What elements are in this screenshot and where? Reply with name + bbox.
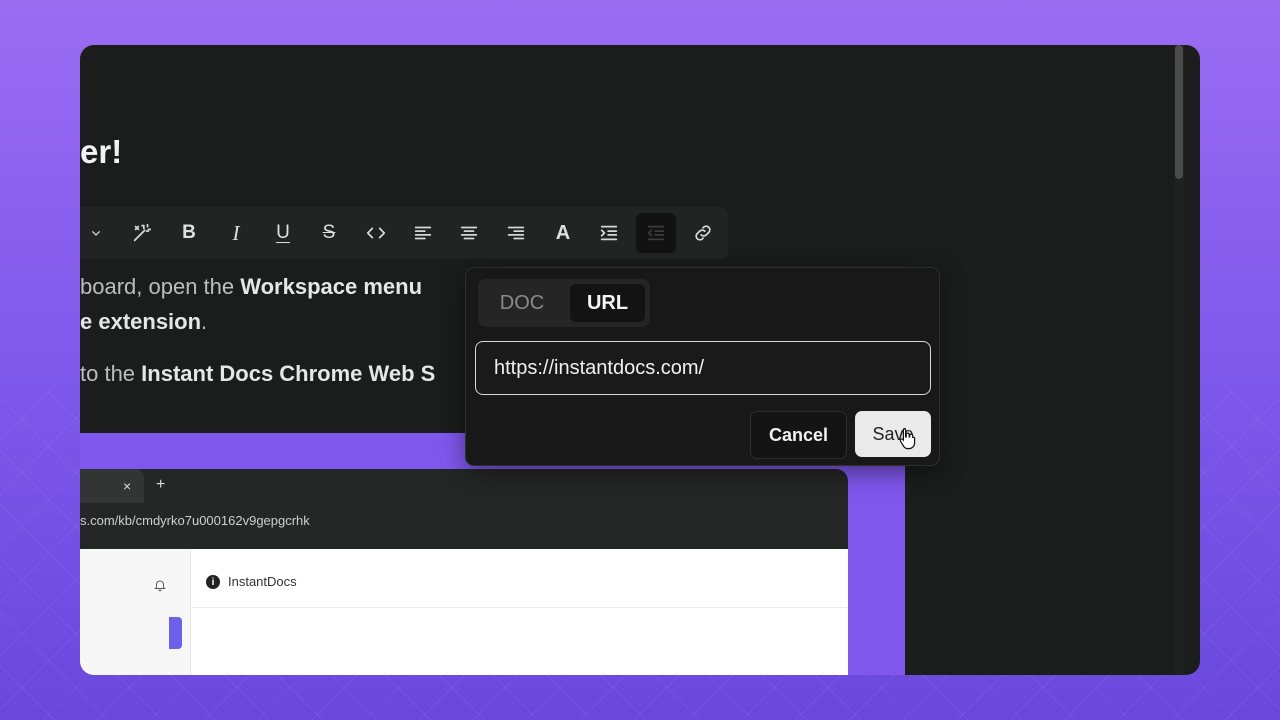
- paragraph-1-bold-2: e extension: [80, 309, 202, 334]
- sidebar-active-indicator: [169, 617, 182, 649]
- code-icon[interactable]: [356, 213, 396, 253]
- formatting-toolbar: B I U S A: [80, 207, 728, 259]
- tab-doc[interactable]: DOC: [483, 284, 561, 322]
- browser-tab: ×: [80, 469, 144, 503]
- paragraph-1-line-2: e extension.: [80, 309, 207, 335]
- embedded-browser-screenshot: × + s.com/kb/cmdyrko7u000162v9gepgcrhk i…: [80, 469, 848, 675]
- italic-icon[interactable]: I: [216, 213, 256, 253]
- close-icon: ×: [123, 478, 132, 494]
- pointer-cursor-icon: [898, 426, 918, 450]
- link-type-toggle: DOC URL: [478, 279, 650, 327]
- paragraph-1-line-1: board, open the Workspace menu: [80, 274, 422, 300]
- plus-icon: +: [156, 476, 166, 493]
- cancel-button[interactable]: Cancel: [750, 411, 847, 459]
- font-color-icon[interactable]: A: [543, 213, 583, 253]
- outdent-icon[interactable]: [636, 213, 676, 253]
- page-heading: er!: [80, 133, 123, 170]
- browser-address: s.com/kb/cmdyrko7u000162v9gepgcrhk: [80, 513, 310, 528]
- paragraph-1-bold: Workspace menu: [240, 274, 423, 299]
- align-right-icon[interactable]: [496, 213, 536, 253]
- paragraph-1-text: board, open the: [80, 274, 241, 299]
- indent-icon[interactable]: [589, 213, 629, 253]
- url-input[interactable]: [475, 341, 931, 395]
- bold-icon[interactable]: B: [169, 213, 209, 253]
- magic-wand-icon[interactable]: [122, 213, 162, 253]
- underline-glyph: U: [276, 222, 290, 243]
- italic-glyph: I: [232, 220, 240, 245]
- link-icon[interactable]: [683, 213, 723, 253]
- chevron-down-icon[interactable]: [80, 213, 116, 253]
- bold-glyph: B: [182, 222, 196, 243]
- underline-icon[interactable]: U: [263, 213, 303, 253]
- scrollbar-thumb[interactable]: [1175, 45, 1183, 179]
- link-popover: DOC URL Cancel Save: [465, 267, 940, 466]
- paragraph-2-text: to the: [80, 361, 142, 386]
- strikethrough-icon[interactable]: S: [309, 213, 349, 253]
- browser-page: i InstantDocs: [80, 549, 848, 675]
- align-left-icon[interactable]: [403, 213, 443, 253]
- tab-url[interactable]: URL: [570, 284, 645, 322]
- save-button[interactable]: Save: [855, 411, 931, 457]
- align-center-icon[interactable]: [449, 213, 489, 253]
- browser-sidebar: [80, 549, 191, 675]
- paragraph-2: to the Instant Docs Chrome Web S: [80, 361, 435, 387]
- brand-name: InstantDocs: [228, 574, 297, 589]
- divider: [190, 607, 848, 608]
- font-glyph: A: [555, 221, 571, 244]
- bell-icon: [153, 578, 167, 592]
- paragraph-2-bold: Instant Docs Chrome Web S: [141, 361, 436, 386]
- paragraph-1-suffix: .: [201, 309, 208, 334]
- strike-glyph: S: [322, 222, 336, 243]
- info-icon: i: [206, 575, 220, 589]
